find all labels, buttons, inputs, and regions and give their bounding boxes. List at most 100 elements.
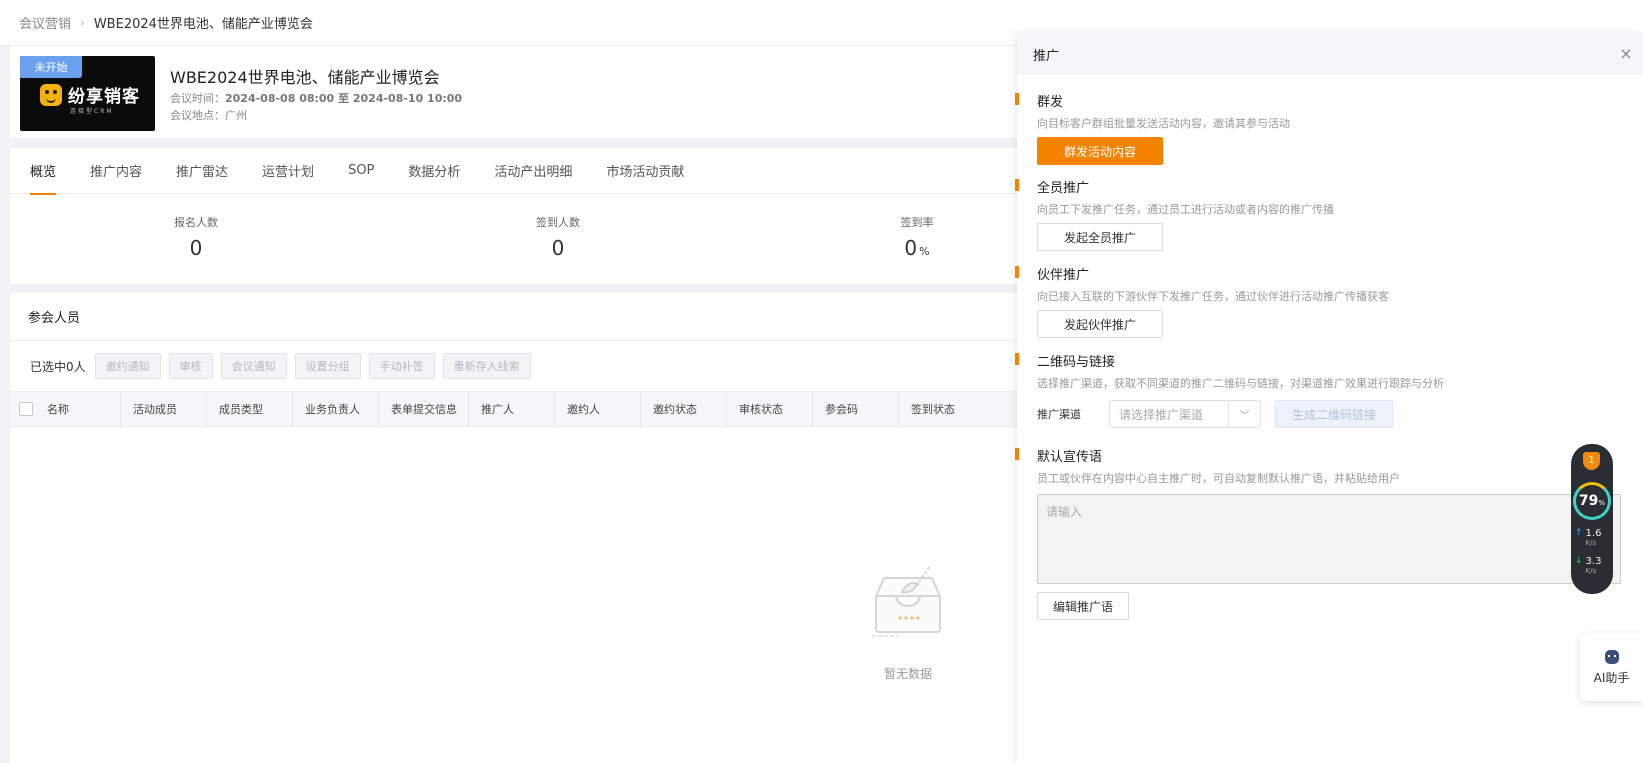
attendees-toolbar: 已选中0人 邀约通知 审核 会议通知 设置分组 手动补签 重新存入线索: [30, 353, 539, 379]
chevron-down-icon: ﹀: [1228, 401, 1260, 427]
brand-logo-text: 纷享销客: [68, 87, 140, 107]
event-place: 会议地点：广州: [170, 107, 247, 123]
empty-box-icon: [872, 565, 942, 637]
empty-state: 暂无数据: [858, 556, 958, 682]
stat-checkin-rate-label: 签到率: [900, 216, 934, 229]
breadcrumb-parent-link[interactable]: 会议营销: [19, 13, 71, 32]
review-button[interactable]: 审核: [168, 353, 213, 379]
column-member-type[interactable]: 成员类型: [207, 392, 293, 426]
page-title: WBE2024世界电池、储能产业博览会: [170, 68, 440, 87]
promotion-drawer: 推广 × 群发 向目标客户群组批量发送活动内容，邀请其参与活动 群发活动内容 全…: [1015, 33, 1643, 763]
stat-registered-label: 报名人数: [174, 216, 218, 229]
invite-notify-button[interactable]: 邀约通知: [94, 353, 161, 379]
event-header-card: 未开始 纷享销客 连接型CRM WBE2024世界电池、储能产业博览会 会议时间…: [10, 46, 1032, 138]
slogan-title: 默认宣传语: [1015, 446, 1637, 465]
column-checkin-status[interactable]: 签到状态: [899, 392, 985, 426]
channel-label: 推广渠道: [1037, 408, 1081, 421]
event-cover-image: 未开始 纷享销客 连接型CRM: [20, 56, 155, 131]
event-time-value: 2024-08-08 08:00 至 2024-08-10 10:00: [225, 92, 463, 105]
generate-qrcode-button[interactable]: 生成二维码链接: [1275, 400, 1393, 428]
overview-card: 概览 推广内容 推广雷达 运营计划 SOP 数据分析 活动产出明细 市场活动贡献…: [10, 148, 1032, 284]
manual-checkin-button[interactable]: 手动补签: [368, 353, 435, 379]
network-speed-widget[interactable]: 1 79% ↑ 1.6 K/s ↓ 3.3 K/s: [1571, 444, 1613, 594]
start-staff-promo-button[interactable]: 发起全员推广: [1037, 223, 1163, 251]
empty-text: 暂无数据: [883, 667, 932, 681]
arrow-up-icon: ↑: [1575, 528, 1583, 538]
table-header: 名称 活动成员 成员类型 业务负责人 表单提交信息 推广人 邀约人 邀约状态 审…: [10, 391, 1032, 427]
section-slogan: 默认宣传语 员工或伙伴在内容中心自主推广时，可自动复制默认推广语，并粘贴给用户 …: [1015, 446, 1637, 620]
column-promoter[interactable]: 推广人: [469, 392, 555, 426]
edit-slogan-button[interactable]: 编辑推广语: [1037, 592, 1129, 620]
upload-speed: ↑ 1.6 K/s: [1575, 528, 1602, 547]
event-time: 会议时间：2024-08-08 08:00 至 2024-08-10 10:00: [170, 90, 462, 106]
stat-checked-in-value: 0: [551, 236, 565, 260]
channel-row: 推广渠道 请选择推广渠道 ﹀ 生成二维码链接: [1037, 400, 1637, 428]
column-review-status[interactable]: 审核状态: [727, 392, 813, 426]
column-invite-status[interactable]: 邀约状态: [641, 392, 727, 426]
event-place-value: 广州: [225, 109, 247, 122]
staff-promo-desc: 向员工下发推广任务，通过员工进行活动或者内容的推广传播: [1037, 203, 1334, 216]
stat-checkin-rate-value: 0%: [904, 236, 930, 260]
column-inviter[interactable]: 邀约人: [555, 392, 641, 426]
section-qrcode: 二维码与链接 选择推广渠道，获取不同渠道的推广二维码与链接，对渠道推广效果进行跟…: [1015, 351, 1637, 428]
tab-output-details[interactable]: 活动产出明细: [494, 148, 572, 194]
tab-overview[interactable]: 概览: [30, 148, 57, 195]
brand-logo-icon: [40, 84, 62, 106]
drawer-header: 推广 ×: [1017, 33, 1643, 75]
breadcrumb-current: WBE2024世界电池、储能产业博览会: [93, 17, 313, 32]
channel-select-placeholder: 请选择推广渠道: [1119, 407, 1204, 422]
tab-operation-plan[interactable]: 运营计划: [262, 148, 314, 194]
tab-sop[interactable]: SOP: [348, 148, 374, 194]
group-send-desc: 向目标客户群组批量发送活动内容，邀请其参与活动: [1037, 117, 1290, 130]
column-name[interactable]: 名称: [35, 392, 121, 426]
partner-promo-desc: 向已接入互联的下游伙伴下发推广任务，通过伙伴进行活动推广传播获客: [1037, 290, 1389, 303]
status-badge: 未开始: [20, 56, 82, 78]
stat-checked-in: 签到人数 0: [498, 214, 618, 260]
robot-icon: [1604, 650, 1619, 664]
ai-assistant-button[interactable]: AI助手: [1580, 633, 1643, 701]
set-group-button[interactable]: 设置分组: [294, 353, 361, 379]
close-icon[interactable]: ×: [1617, 45, 1635, 63]
resave-leads-button[interactable]: 重新存入线索: [442, 353, 531, 379]
column-attend-code[interactable]: 参会码: [813, 392, 899, 426]
select-all-checkbox[interactable]: [19, 402, 33, 416]
brand-logo-subtext: 连接型CRM: [70, 108, 114, 115]
tab-data-analysis[interactable]: 数据分析: [408, 148, 460, 194]
stat-checked-in-label: 签到人数: [536, 216, 580, 229]
shield-icon: 1: [1583, 452, 1600, 470]
tab-market-contribution[interactable]: 市场活动贡献: [606, 148, 684, 194]
arrow-down-icon: ↓: [1575, 556, 1583, 566]
event-place-label: 会议地点：: [170, 109, 225, 122]
event-time-label: 会议时间：: [170, 92, 225, 105]
performance-gauge: 79%: [1573, 482, 1611, 520]
tab-bar: 概览 推广内容 推广雷达 运营计划 SOP 数据分析 活动产出明细 市场活动贡献: [10, 148, 1032, 195]
stat-registered-value: 0: [189, 236, 203, 260]
section-group-send: 群发 向目标客户群组批量发送活动内容，邀请其参与活动 群发活动内容: [1015, 91, 1637, 165]
stat-registered: 报名人数 0: [136, 214, 256, 260]
partner-promo-title: 伙伴推广: [1015, 264, 1637, 283]
slogan-desc: 员工或伙伴在内容中心自主推广时，可自动复制默认推广语，并粘贴给用户: [1037, 472, 1400, 485]
tab-promo-content[interactable]: 推广内容: [90, 148, 142, 194]
channel-select[interactable]: 请选择推广渠道 ﹀: [1109, 400, 1261, 428]
qrcode-title: 二维码与链接: [1015, 351, 1637, 370]
group-send-button[interactable]: 群发活动内容: [1037, 137, 1163, 165]
column-activity-member[interactable]: 活动成员: [121, 392, 207, 426]
staff-promo-title: 全员推广: [1015, 177, 1637, 196]
download-speed: ↓ 3.3 K/s: [1575, 556, 1602, 575]
drawer-title: 推广: [1033, 48, 1060, 64]
section-partner-promo: 伙伴推广 向已接入互联的下游伙伴下发推广任务，通过伙伴进行活动推广传播获客 发起…: [1015, 264, 1637, 338]
selected-count: 已选中0人: [30, 359, 86, 374]
start-partner-promo-button[interactable]: 发起伙伴推广: [1037, 310, 1163, 338]
tab-promo-radar[interactable]: 推广雷达: [176, 148, 228, 194]
section-staff-promo: 全员推广 向员工下发推广任务，通过员工进行活动或者内容的推广传播 发起全员推广: [1015, 177, 1637, 251]
meeting-notify-button[interactable]: 会议通知: [220, 353, 287, 379]
slogan-textarea[interactable]: 请输入: [1037, 494, 1621, 584]
column-owner[interactable]: 业务负责人: [293, 392, 379, 426]
attendees-title: 参会人员: [10, 293, 1032, 341]
group-send-title: 群发: [1015, 91, 1637, 110]
column-form-info[interactable]: 表单提交信息: [379, 392, 469, 426]
ai-assistant-label: AI助手: [1593, 671, 1630, 685]
breadcrumb-separator: ›: [80, 15, 85, 30]
stat-checkin-rate: 签到率 0%: [857, 214, 977, 260]
qrcode-desc: 选择推广渠道，获取不同渠道的推广二维码与链接，对渠道推广效果进行跟踪与分析: [1037, 377, 1444, 390]
